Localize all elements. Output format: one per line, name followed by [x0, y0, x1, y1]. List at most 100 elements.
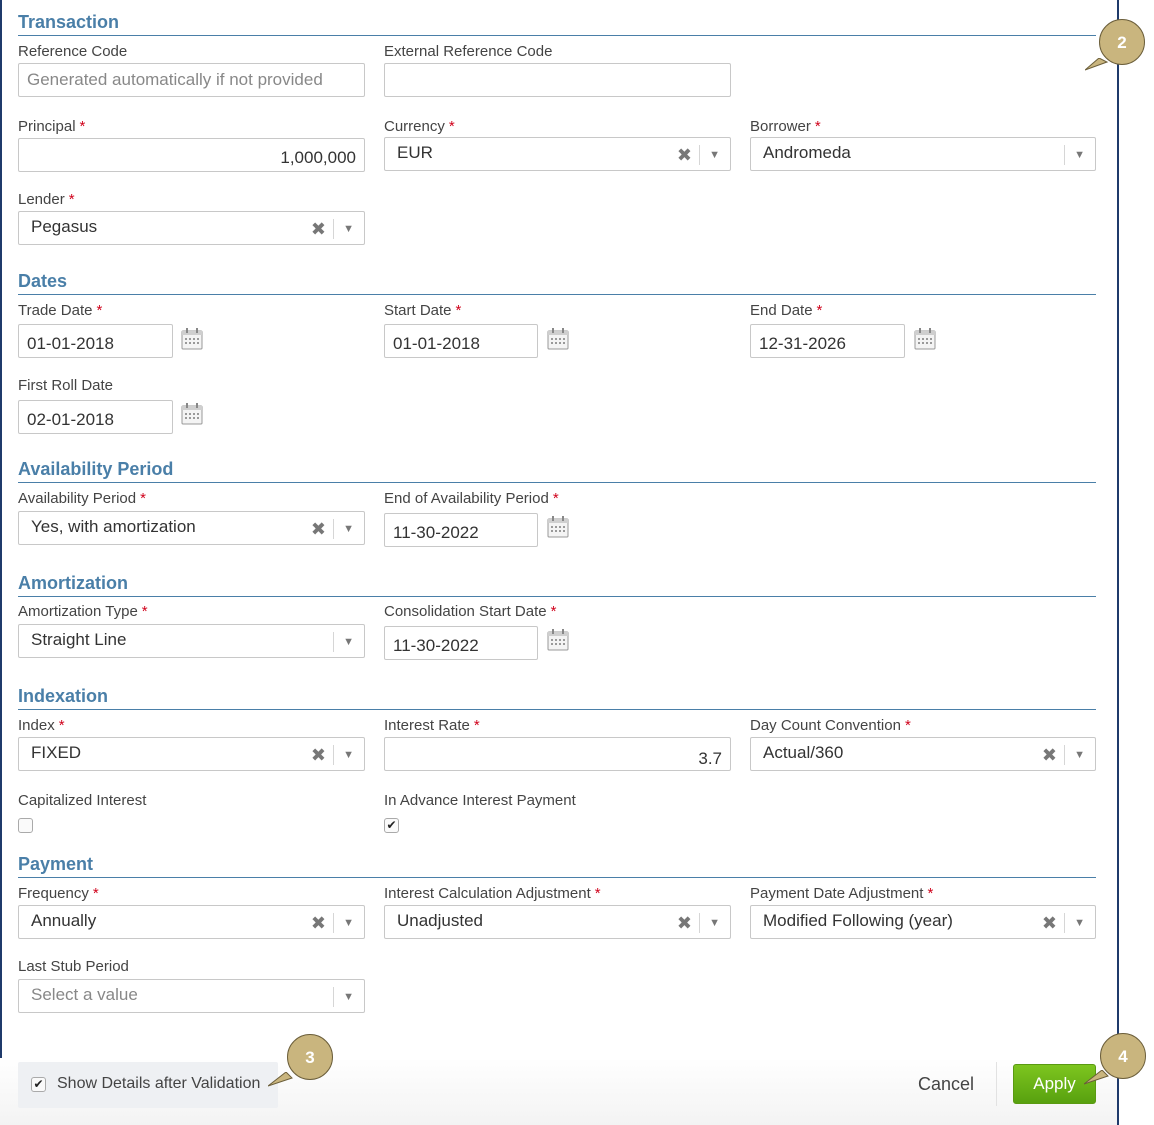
lender-value: Pegasus [31, 217, 98, 236]
in-advance-payment-checkbox[interactable]: ✔ [384, 818, 399, 833]
capitalized-interest-checkbox[interactable] [18, 818, 33, 833]
select-separator [699, 145, 700, 165]
clear-icon[interactable]: ✖ [677, 906, 692, 940]
payment-date-adjustment-value: Modified Following (year) [763, 911, 953, 930]
first-roll-date-label: First Roll Date [18, 377, 114, 394]
availability-period-select[interactable]: Yes, with amortization ✖ ▼ [18, 511, 365, 545]
frequency-select[interactable]: Annually ✖ ▼ [18, 905, 365, 939]
calendar-icon[interactable] [546, 515, 570, 539]
availability-period-value: Yes, with amortization [31, 517, 196, 536]
section-title-dates: Dates [18, 271, 68, 291]
show-details-label: Show Details after Validation [57, 1075, 261, 1092]
amortization-type-label: Amortization Type * [18, 603, 148, 620]
calendar-icon[interactable] [546, 327, 570, 351]
borrower-select[interactable]: Andromeda ▼ [750, 137, 1096, 171]
first-roll-date-input[interactable]: 02-01-2018 [18, 400, 173, 434]
chevron-down-icon[interactable]: ▼ [343, 512, 354, 546]
chevron-down-icon[interactable]: ▼ [343, 212, 354, 246]
payment-date-adjustment-select[interactable]: Modified Following (year) ✖ ▼ [750, 905, 1096, 939]
chevron-down-icon[interactable]: ▼ [709, 138, 720, 172]
principal-label: Principal * [18, 118, 86, 135]
consolidation-start-date-label: Consolidation Start Date * [384, 603, 557, 620]
chevron-down-icon[interactable]: ▼ [1074, 906, 1085, 940]
reference-code-input[interactable]: Generated automatically if not provided [18, 63, 365, 97]
clear-icon[interactable]: ✖ [311, 512, 326, 546]
clear-icon[interactable]: ✖ [1042, 906, 1057, 940]
clear-icon[interactable]: ✖ [311, 906, 326, 940]
day-count-convention-select[interactable]: Actual/360 ✖ ▼ [750, 737, 1096, 771]
capitalized-interest-label: Capitalized Interest [18, 792, 147, 809]
select-separator [333, 913, 334, 933]
frequency-label: Frequency * [18, 885, 99, 902]
currency-label: Currency * [384, 118, 455, 135]
callout-badge-4: 4 [1100, 1033, 1146, 1079]
trade-date-label: Trade Date * [18, 302, 103, 319]
chevron-down-icon[interactable]: ▼ [709, 906, 720, 940]
principal-input[interactable]: 1,000,000 [18, 138, 365, 172]
section-rule [18, 709, 1096, 710]
day-count-convention-value: Actual/360 [763, 743, 844, 762]
select-separator [1064, 145, 1065, 165]
amortization-type-value: Straight Line [31, 630, 127, 649]
chevron-down-icon[interactable]: ▼ [1074, 138, 1085, 172]
clear-icon[interactable]: ✖ [311, 212, 326, 246]
reference-code-label: Reference Code [18, 43, 128, 60]
chevron-down-icon[interactable]: ▼ [343, 980, 354, 1014]
last-stub-period-placeholder: Select a value [31, 985, 138, 1004]
borrower-value: Andromeda [763, 143, 851, 162]
chevron-down-icon[interactable]: ▼ [343, 738, 354, 772]
callout-tail [1085, 58, 1109, 71]
chevron-down-icon[interactable]: ▼ [343, 906, 354, 940]
end-of-availability-label: End of Availability Period * [384, 490, 559, 507]
section-rule [18, 35, 1096, 36]
section-rule [18, 596, 1096, 597]
section-title-availability: Availability Period [18, 459, 174, 479]
clear-icon[interactable]: ✖ [311, 738, 326, 772]
start-date-input[interactable]: 01-01-2018 [384, 324, 538, 358]
lender-select[interactable]: Pegasus ✖ ▼ [18, 211, 365, 245]
select-separator [333, 219, 334, 239]
calendar-icon[interactable] [913, 327, 937, 351]
interest-calc-adjustment-select[interactable]: Unadjusted ✖ ▼ [384, 905, 731, 939]
clear-icon[interactable]: ✖ [677, 138, 692, 172]
calendar-icon[interactable] [546, 628, 570, 652]
interest-calc-adjustment-label: Interest Calculation Adjustment * [384, 885, 601, 902]
in-advance-payment-label: In Advance Interest Payment [384, 792, 576, 809]
select-separator [333, 987, 334, 1007]
external-reference-code-input[interactable] [384, 63, 731, 97]
show-details-toggle[interactable]: ✔ Show Details after Validation [18, 1062, 278, 1108]
select-separator [333, 519, 334, 539]
interest-rate-input[interactable]: 3.7 [384, 737, 731, 771]
last-stub-period-select[interactable]: Select a value ▼ [18, 979, 365, 1013]
start-date-label: Start Date * [384, 302, 462, 319]
currency-select[interactable]: EUR ✖ ▼ [384, 137, 731, 171]
end-of-availability-input[interactable]: 11-30-2022 [384, 513, 538, 547]
show-details-checkbox[interactable]: ✔ [31, 1077, 46, 1092]
callout-badge-3: 3 [287, 1034, 333, 1080]
availability-period-label: Availability Period * [18, 490, 146, 507]
amortization-type-select[interactable]: Straight Line ▼ [18, 624, 365, 658]
calendar-icon[interactable] [180, 327, 204, 351]
clear-icon[interactable]: ✖ [1042, 738, 1057, 772]
chevron-down-icon[interactable]: ▼ [1074, 738, 1085, 772]
section-title-payment: Payment [18, 854, 94, 874]
interest-calc-adjustment-value: Unadjusted [397, 911, 484, 930]
select-separator [1064, 913, 1065, 933]
left-frame-border [0, 0, 2, 1125]
index-label: Index * [18, 717, 65, 734]
last-stub-period-label: Last Stub Period [18, 958, 129, 975]
payment-date-adjustment-label: Payment Date Adjustment * [750, 885, 934, 902]
section-title-transaction: Transaction [18, 12, 120, 32]
lender-label: Lender * [18, 191, 75, 208]
select-separator [333, 632, 334, 652]
calendar-icon[interactable] [180, 402, 204, 426]
section-rule [18, 877, 1096, 878]
trade-date-input[interactable]: 01-01-2018 [18, 324, 173, 358]
cancel-button[interactable]: Cancel [918, 1074, 974, 1095]
callout-badge-2: 2 [1099, 19, 1145, 65]
consolidation-start-date-input[interactable]: 11-30-2022 [384, 626, 538, 660]
day-count-convention-label: Day Count Convention * [750, 717, 911, 734]
end-date-input[interactable]: 12-31-2026 [750, 324, 905, 358]
index-select[interactable]: FIXED ✖ ▼ [18, 737, 365, 771]
chevron-down-icon[interactable]: ▼ [343, 625, 354, 659]
